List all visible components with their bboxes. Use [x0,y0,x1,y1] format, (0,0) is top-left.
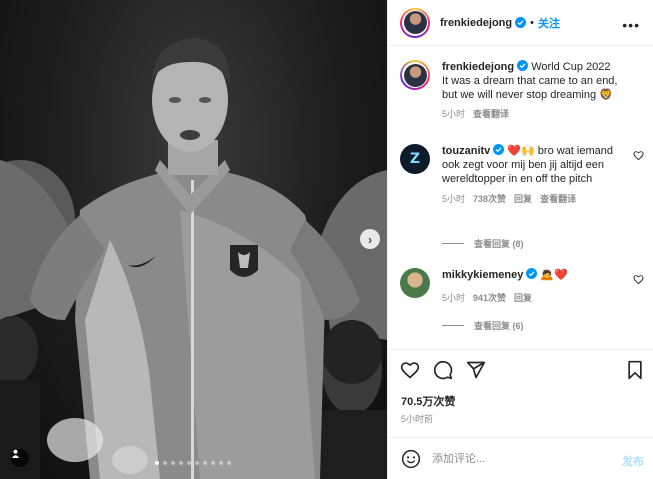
comment-time: 5小时 [442,194,466,204]
like-heart-icon[interactable] [400,360,420,380]
carousel-dot [195,461,199,465]
more-options-icon[interactable]: ••• [622,17,640,33]
commenter-avatar[interactable]: Z [400,144,430,174]
like-count[interactable]: 70.5万次赞 [401,393,455,409]
carousel-dot [187,461,191,465]
commenter-avatar[interactable] [400,268,430,298]
post-photo[interactable]: › [0,0,387,479]
emoji-icon[interactable] [401,449,421,469]
carousel-dot [171,461,175,465]
like-comment-icon[interactable] [633,150,644,161]
carousel-dot [163,461,167,465]
comments-list: frenkiedejong World Cup 2022 It was a dr… [388,47,653,347]
commenter-username[interactable]: mikkykiemeney [442,269,523,281]
carousel-dot [203,461,207,465]
action-bar [388,349,653,389]
follow-button[interactable]: 关注 [538,15,560,31]
post-side-panel: frenkiedejong • 关注 ••• frenkiedejong Wor… [387,0,653,479]
reply-button[interactable]: 回复 [514,291,532,305]
carousel-dot [219,461,223,465]
comment-likes[interactable]: 941次赞 [473,291,506,305]
view-replies-button[interactable]: 查看回复 (6) [442,319,524,332]
verified-badge-icon [526,268,538,279]
next-slide-button[interactable]: › [360,229,380,249]
like-comment-icon[interactable] [633,274,644,285]
verified-badge-icon [493,144,505,155]
user-tag-icon[interactable] [11,449,29,467]
verified-badge-icon [517,60,529,71]
comment-text: 🙇❤️ [540,269,568,281]
comment-bubble-icon[interactable] [433,360,453,380]
post-header: frenkiedejong • 关注 ••• [388,0,653,46]
carousel-dot [227,461,231,465]
caption-text: It was a dream that came to an end, but … [442,75,618,101]
caption-avatar[interactable] [400,60,430,90]
share-send-icon[interactable] [466,360,486,380]
view-replies-label: 查看回复 (6) [474,321,524,331]
header-separator: • [530,16,534,29]
carousel-dot [155,461,159,465]
author-username[interactable]: frenkiedejong [440,17,512,29]
post-comment-button[interactable]: 发布 [622,453,644,469]
carousel-dot [211,461,215,465]
add-comment-bar: 发布 [388,437,653,479]
author-avatar[interactable] [400,7,430,38]
caption-username[interactable]: frenkiedejong [442,61,514,73]
save-bookmark-icon[interactable] [625,360,645,380]
view-replies-label: 查看回复 (8) [474,239,524,249]
verified-badge-icon [515,17,527,28]
commenter-username[interactable]: touzanitv [442,145,490,157]
carousel-dot [179,461,183,465]
caption-translate-button[interactable]: 查看翻译 [473,107,509,121]
post-time: 5小时前 [401,414,434,424]
comment-time: 5小时 [442,293,466,303]
caption-time: 5小时 [442,109,466,119]
comment-likes[interactable]: 738次赞 [473,192,506,206]
caption-title: World Cup 2022 [531,61,611,73]
comment-input[interactable] [432,452,597,465]
photo-illustration [0,38,387,479]
reply-button[interactable]: 回复 [514,192,532,206]
comment-translate-button[interactable]: 查看翻译 [540,192,576,206]
view-replies-button[interactable]: 查看回复 (8) [442,237,524,250]
carousel-dots [155,461,231,465]
